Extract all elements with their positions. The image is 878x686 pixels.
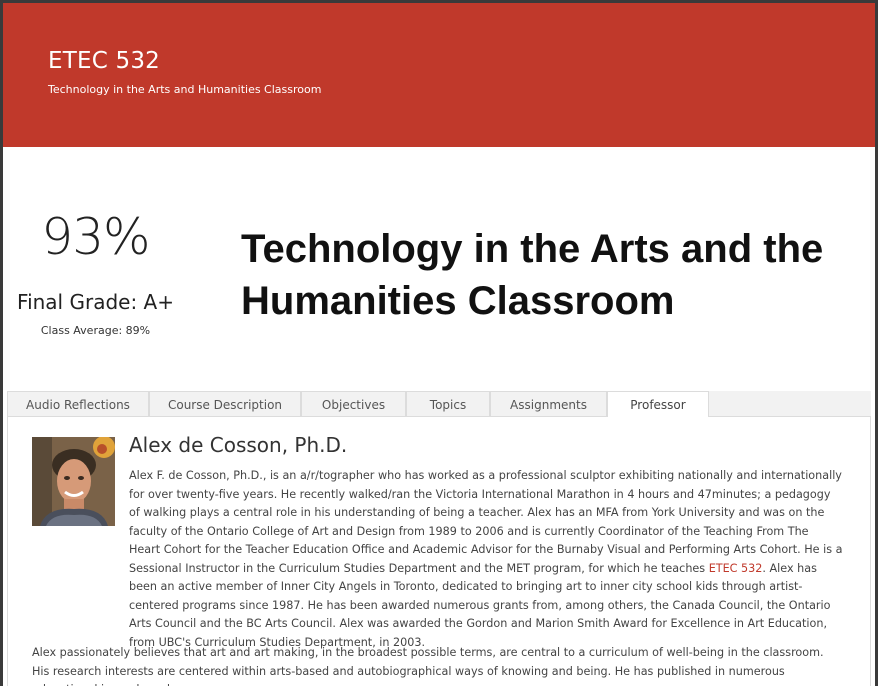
tab-assignments[interactable]: Assignments	[490, 391, 607, 416]
professor-bio-paragraph-2: Alex passionately believes that art and …	[32, 646, 824, 686]
tab-bar: Audio Reflections Course Description Obj…	[7, 391, 871, 417]
professor-photo	[32, 437, 115, 526]
course-heading: Technology in the Arts and the Humanitie…	[241, 227, 824, 323]
professor-name: Alex de Cosson, Ph.D.	[129, 433, 348, 457]
page-frame: ETEC 532 Technology in the Arts and Huma…	[3, 3, 875, 686]
grade-percent: 93%	[41, 208, 150, 266]
final-grade: Final Grade: A+	[17, 290, 174, 314]
professor-bio: Alex F. de Cosson, Ph.D., is an a/r/togr…	[129, 467, 843, 652]
tab-audio-reflections[interactable]: Audio Reflections	[7, 391, 149, 416]
course-link[interactable]: ETEC 532	[709, 562, 763, 575]
site-tagline: Technology in the Arts and Humanities Cl…	[48, 83, 322, 96]
site-title-link[interactable]: ETEC 532	[48, 48, 160, 74]
tab-objectives[interactable]: Objectives	[301, 391, 406, 416]
professor-panel: Alex de Cosson, Ph.D. Alex F. de Cosson,…	[7, 417, 871, 686]
class-average: Class Average: 89%	[40, 324, 151, 337]
bio-text-1: Alex F. de Cosson, Ph.D., is an a/r/togr…	[129, 469, 843, 575]
tab-course-description[interactable]: Course Description	[149, 391, 301, 416]
tab-topics[interactable]: Topics	[406, 391, 490, 416]
professor-portrait-icon	[32, 437, 115, 526]
site-header: ETEC 532 Technology in the Arts and Huma…	[3, 3, 875, 147]
tab-professor[interactable]: Professor	[607, 391, 709, 417]
